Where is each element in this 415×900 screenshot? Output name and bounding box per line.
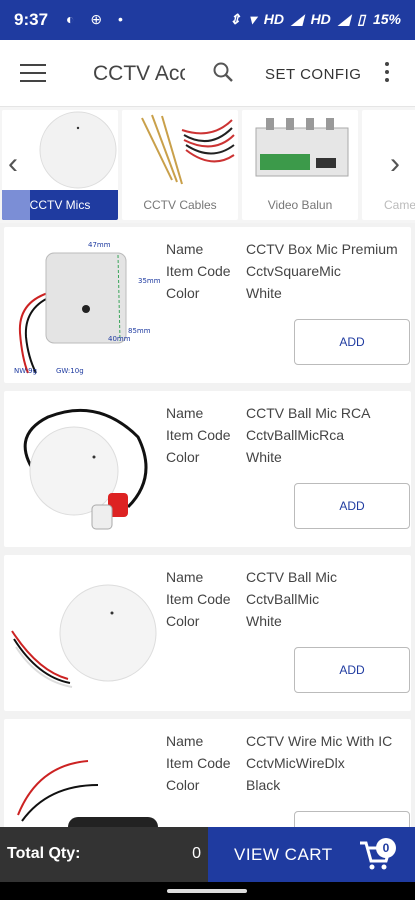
product-card: Name Item Code Color CCTV Ball Mic CctvB… <box>4 555 411 711</box>
signal-icon: ◢ <box>291 11 303 27</box>
item-code-label: Item Code <box>166 591 231 607</box>
color-label: Color <box>166 613 200 629</box>
product-card: Name Item Code Color CCTV Ball Mic RCA C… <box>4 391 411 547</box>
network-label-1: HD <box>263 11 284 27</box>
ball-mic-thumbnail <box>2 110 118 192</box>
status-bar: 9:37 ◐ ⊕ • ⇕ ▾ HD ◢ HD ◢ ▯ 15% <box>0 0 415 40</box>
total-qty-label: Total Qty: <box>7 845 81 862</box>
add-button[interactable]: ADD <box>294 319 410 365</box>
category-label: CCTV Cables <box>143 198 217 212</box>
name-label: Name <box>166 405 204 421</box>
add-button[interactable]: ADD <box>294 483 410 529</box>
view-cart-label: VIEW CART <box>234 845 333 864</box>
system-nav-bar <box>0 882 415 900</box>
cables-thumbnail <box>122 110 238 192</box>
product-color: White <box>246 285 282 301</box>
cart-count-badge: 0 <box>376 838 396 858</box>
set-config-button[interactable]: SET CONFIG <box>265 66 361 83</box>
color-label: Color <box>166 449 200 465</box>
item-code-label: Item Code <box>166 427 231 443</box>
box-mic-image: 47mm 35mm 85mm 40mm NW:9g GW:10g <box>8 233 162 377</box>
category-video-balun[interactable]: Video Balun <box>242 110 358 220</box>
signal-icon-2: ◢ <box>338 11 350 27</box>
app-bar: CCTV Acce SET CONFIG <box>0 40 415 107</box>
overflow-menu-icon[interactable] <box>385 62 391 82</box>
category-cameras[interactable]: Came <box>362 110 415 220</box>
name-label: Name <box>166 569 204 585</box>
category-label: CCTV Mics <box>29 198 91 212</box>
item-code-label: Item Code <box>166 755 231 771</box>
product-code: CctvBallMic <box>246 591 320 607</box>
add-button[interactable]: ADD <box>294 647 410 693</box>
product-name: CCTV Ball Mic RCA <box>246 405 371 421</box>
product-code: CctvMicWireDlx <box>246 755 345 771</box>
total-qty-value: 0 <box>192 845 201 862</box>
dimension-label: 85mm <box>128 327 151 335</box>
video-balun-thumbnail <box>242 110 358 192</box>
vibrate-icon: ⇕ <box>229 11 241 27</box>
category-label: Came <box>384 198 415 212</box>
hamburger-menu-icon[interactable] <box>20 64 46 84</box>
dimension-label: 47mm <box>88 241 111 249</box>
weight-label: GW:10g <box>56 367 84 375</box>
product-color: White <box>246 449 282 465</box>
category-cctv-cables[interactable]: CCTV Cables <box>122 110 238 220</box>
product-code: CctvBallMicRca <box>246 427 345 443</box>
product-color: Black <box>246 777 281 793</box>
category-cctv-mics[interactable]: CCTV Mics <box>2 110 118 220</box>
wifi-icon: ▾ <box>248 11 256 27</box>
category-carousel[interactable]: CCTV Mics CCTV Cables Video Balun Came ‹… <box>0 107 415 223</box>
home-gesture-handle[interactable] <box>167 889 247 893</box>
status-time: 9:37 <box>14 10 49 29</box>
color-label: Color <box>166 285 200 301</box>
product-card: 47mm 35mm 85mm 40mm NW:9g GW:10g Name It… <box>4 227 411 383</box>
battery-level: 15% <box>372 11 401 27</box>
color-label: Color <box>166 777 200 793</box>
name-label: Name <box>166 733 204 749</box>
product-code: CctvSquareMic <box>246 263 341 279</box>
carousel-prev-icon[interactable]: ‹ <box>8 147 18 181</box>
ball-mic-image <box>8 561 162 705</box>
dimension-label: 40mm <box>108 335 131 343</box>
total-qty: Total Qty: 0 <box>0 827 208 882</box>
product-name: CCTV Box Mic Premium <box>246 241 398 257</box>
status-right: ⇕ ▾ HD ◢ HD ◢ ▯ 15% <box>225 11 401 28</box>
view-cart-button[interactable]: VIEW CART 0 <box>208 827 415 882</box>
page-title: CCTV Acce <box>93 62 185 85</box>
weight-label: NW:9g <box>14 367 37 375</box>
ball-mic-rca-image <box>8 397 162 541</box>
category-label: Video Balun <box>267 198 333 212</box>
search-icon[interactable] <box>212 61 234 83</box>
dimension-label: 35mm <box>138 277 161 285</box>
name-label: Name <box>166 241 204 257</box>
cart-bar: Total Qty: 0 VIEW CART 0 <box>0 827 415 882</box>
carousel-next-icon[interactable]: › <box>390 147 400 181</box>
product-color: White <box>246 613 282 629</box>
status-notification-icons: ◐ ⊕ • <box>66 11 129 27</box>
network-label-2: HD <box>310 11 331 27</box>
product-name: CCTV Ball Mic <box>246 569 338 585</box>
battery-icon: ▯ <box>357 11 366 27</box>
item-code-label: Item Code <box>166 263 231 279</box>
product-name: CCTV Wire Mic With IC <box>246 733 393 749</box>
